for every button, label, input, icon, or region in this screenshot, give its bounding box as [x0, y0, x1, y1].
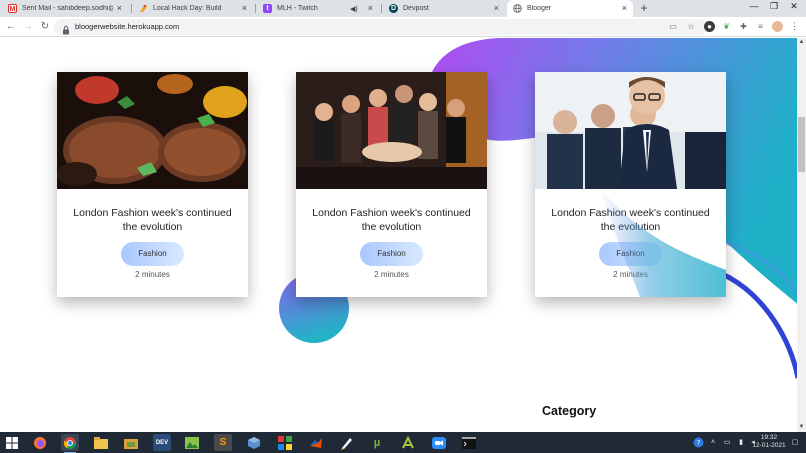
blog-card[interactable]: London Fashion week's continued the evol… — [57, 72, 248, 297]
utorrent-icon[interactable]: µ — [368, 434, 386, 451]
windows-start-icon[interactable] — [3, 434, 21, 451]
tab-local-hack-day[interactable]: Local Hack Day: Build × — [133, 0, 253, 17]
tab-close-icon[interactable]: × — [622, 4, 627, 13]
category-tag[interactable]: Fashion — [121, 242, 184, 266]
tab-close-icon[interactable]: × — [117, 4, 122, 13]
read-time: 2 minutes — [135, 270, 170, 279]
browser-menu-icon[interactable]: ⋮ — [789, 21, 800, 32]
category-tag[interactable]: Fashion — [599, 242, 662, 266]
tab-mlh-twitch[interactable]: t MLH - Twitch ◀) × — [257, 0, 379, 17]
lhd-icon — [139, 4, 148, 13]
lock-icon — [62, 22, 70, 35]
tab-close-icon[interactable]: × — [494, 4, 499, 13]
gmail-icon: M — [8, 4, 17, 13]
clock-time: 19:32 — [760, 434, 778, 441]
puzzle-app-icon[interactable] — [276, 434, 294, 451]
browser-toolbar: ← → ↻ bloogerwebsite.herokuapp.com ▭ ☆ ●… — [0, 17, 806, 37]
terminal-icon[interactable] — [460, 434, 478, 451]
page-viewport: London Fashion week's continued the evol… — [0, 38, 806, 432]
card-headline[interactable]: London Fashion week's continued the evol… — [304, 206, 479, 234]
scroll-down-icon[interactable]: ▼ — [797, 423, 806, 432]
reload-button[interactable]: ↻ — [39, 21, 51, 33]
media-queue-icon[interactable]: ≡ — [755, 21, 766, 32]
tab-title: Sent Mail - sahibdeep.sodhi@gr — [22, 5, 113, 12]
chrome-icon[interactable] — [61, 434, 79, 453]
file-explorer-icon[interactable] — [92, 434, 110, 451]
tray-overflow-icon[interactable]: ˄ — [708, 435, 718, 450]
tab-blooger[interactable]: Blooger × — [507, 0, 633, 17]
url-text: bloogerwebsite.herokuapp.com — [75, 22, 180, 31]
new-tab-button[interactable]: + — [638, 2, 650, 14]
android-studio-icon[interactable] — [399, 434, 417, 451]
tab-title: MLH - Twitch — [277, 5, 318, 12]
folder-app-icon[interactable] — [122, 434, 140, 451]
tab-close-icon[interactable]: × — [368, 4, 373, 13]
pen-tool-icon[interactable] — [338, 434, 356, 451]
tab-title: Local Hack Day: Build — [153, 5, 222, 12]
battery-icon[interactable]: ▮ — [736, 435, 746, 450]
firefox-icon[interactable] — [31, 434, 49, 451]
tab-gmail[interactable]: M Sent Mail - sahibdeep.sodhi@gr × — [2, 0, 128, 17]
category-tag[interactable]: Fashion — [360, 242, 423, 266]
zoom-icon[interactable] — [430, 434, 448, 451]
network-icon[interactable]: ▭ — [722, 435, 732, 450]
extension-icon[interactable]: ● — [704, 21, 715, 32]
taskbar-clock[interactable]: 19:32 12-01-2021 — [752, 434, 786, 450]
scroll-up-icon[interactable]: ▲ — [797, 38, 806, 47]
virtualbox-icon[interactable] — [245, 434, 263, 451]
globe-icon — [513, 4, 522, 13]
svg-text:?: ? — [696, 439, 700, 447]
tab-close-icon[interactable]: × — [242, 4, 247, 13]
business-team-photo — [535, 72, 726, 189]
grilled-steak-photo — [57, 72, 248, 189]
extensions-puzzle-icon[interactable]: ✚ — [738, 21, 749, 32]
read-time: 2 minutes — [613, 270, 648, 279]
forward-button[interactable]: → — [22, 21, 34, 33]
twitch-icon: t — [263, 4, 272, 13]
close-window-button[interactable]: ✕ — [784, 0, 804, 12]
read-time: 2 minutes — [374, 270, 409, 279]
cast-icon[interactable]: ▭ — [668, 22, 678, 32]
windows-taskbar: DEV S µ ? ˄ ▭ ▮ ◂ 19:32 12-01-2021 ▢ — [0, 432, 806, 453]
dev-cpp-icon[interactable]: DEV — [153, 434, 171, 451]
matlab-icon[interactable] — [307, 434, 325, 451]
browser-tab-strip: M Sent Mail - sahibdeep.sodhi@gr × Local… — [0, 0, 806, 17]
bookmark-star-icon[interactable]: ☆ — [686, 22, 696, 32]
tab-title: Blooger — [527, 5, 552, 12]
restore-button[interactable]: ❐ — [764, 0, 784, 12]
party-crowd-photo — [296, 72, 487, 189]
scrollbar-thumb[interactable] — [798, 117, 805, 172]
address-bar[interactable]: bloogerwebsite.herokuapp.com ▭ ☆ — [54, 19, 708, 35]
speaker-icon[interactable]: ◀) — [350, 5, 358, 13]
back-button[interactable]: ← — [5, 21, 17, 33]
minimize-button[interactable]: — — [744, 0, 764, 12]
card-headline[interactable]: London Fashion week's continued the evol… — [65, 206, 240, 234]
devpost-icon: D — [389, 4, 398, 13]
tab-title: Devpost — [403, 5, 429, 12]
sublime-text-icon[interactable]: S — [214, 434, 232, 451]
page-scrollbar[interactable]: ▲ ▼ — [797, 38, 806, 432]
clock-date: 12-01-2021 — [752, 442, 786, 449]
image-viewer-icon[interactable] — [183, 434, 201, 451]
card-headline[interactable]: London Fashion week's continued the evol… — [543, 206, 718, 234]
blog-card[interactable]: London Fashion week's continued the evol… — [535, 72, 726, 297]
notifications-icon[interactable]: ▢ — [790, 435, 800, 450]
profile-avatar[interactable] — [772, 21, 783, 32]
blog-card[interactable]: London Fashion week's continued the evol… — [296, 72, 487, 297]
help-icon[interactable]: ? — [692, 435, 704, 450]
category-heading: Category — [542, 404, 597, 418]
extension-leaf-icon[interactable]: ❦ — [721, 21, 732, 32]
tab-devpost[interactable]: D Devpost × — [383, 0, 505, 17]
